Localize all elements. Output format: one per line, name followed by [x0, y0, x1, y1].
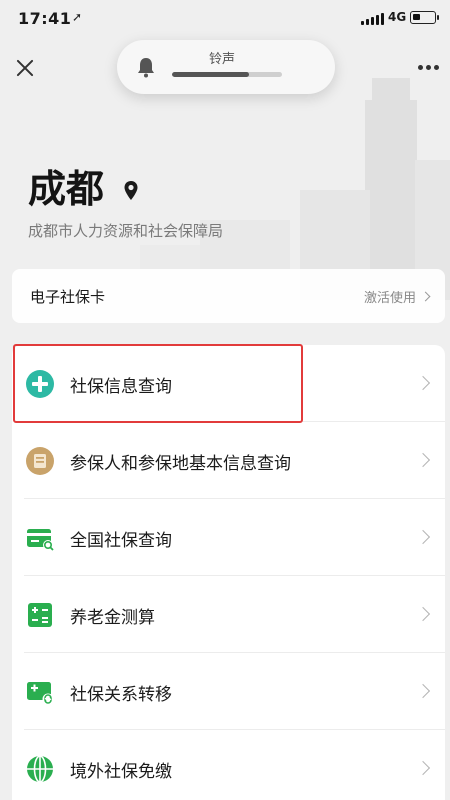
list-item-label: 全国社保查询: [70, 531, 172, 551]
globe-icon: [27, 755, 53, 783]
list-item-social-security-info[interactable]: 社保信息查询: [12, 345, 445, 422]
plus-circle-icon: [26, 370, 54, 398]
status-time: 17:41: [18, 9, 72, 28]
chevron-right-icon: [415, 760, 431, 776]
status-bar: 17:41 ➚ 4G: [0, 0, 450, 38]
city-title: 成都: [28, 167, 105, 211]
chevron-right-icon: [420, 291, 431, 302]
activate-label: 激活使用: [363, 291, 416, 306]
list-item-overseas-exemption[interactable]: 境外社保免缴: [12, 730, 445, 800]
list-item-national-query[interactable]: 全国社保查询: [12, 499, 445, 576]
card-transfer-icon: [27, 682, 54, 705]
list-item-label: 社保关系转移: [70, 685, 172, 705]
close-button[interactable]: [13, 56, 37, 80]
battery-level: [413, 14, 420, 20]
location-arrow-icon: ➚: [72, 10, 83, 24]
list-item-label: 社保信息查询: [70, 377, 172, 397]
volume-slider: [172, 72, 282, 77]
bureau-name: 成都市人力资源和社会保障局: [28, 222, 224, 240]
card-label: 电子社保卡: [30, 288, 106, 306]
list-item-relation-transfer[interactable]: 社保关系转移: [12, 653, 445, 730]
card-search-icon: [27, 529, 54, 551]
activate-button[interactable]: 激活使用: [363, 287, 431, 306]
chevron-right-icon: [415, 375, 431, 391]
battery-icon: [410, 11, 439, 24]
list-item-pension-calculator[interactable]: 养老金测算: [12, 576, 445, 653]
list-item-insured-basic-info[interactable]: 参保人和参保地基本信息查询: [12, 422, 445, 499]
e-social-security-card-row[interactable]: 电子社保卡 激活使用: [12, 269, 445, 323]
chevron-right-icon: [415, 683, 431, 699]
volume-overlay: 铃声: [117, 40, 335, 94]
calculator-icon: [28, 603, 52, 627]
volume-label: 铃声: [209, 52, 236, 67]
list-item-label: 参保人和参保地基本信息查询: [70, 454, 291, 474]
signal-icon: [361, 13, 384, 25]
chevron-right-icon: [415, 606, 431, 622]
volume-fill: [172, 72, 249, 77]
chevron-right-icon: [415, 452, 431, 468]
chevron-right-icon: [415, 529, 431, 545]
bell-icon: [138, 58, 154, 78]
more-options-button[interactable]: [418, 65, 439, 70]
list-item-label: 养老金测算: [70, 608, 155, 628]
network-type: 4G: [388, 10, 407, 24]
service-list: 社保信息查询 参保人和参保地基本信息查询 全国社保查询 养老金测算 社保关系转移…: [12, 345, 445, 800]
location-pin-icon[interactable]: [123, 180, 139, 202]
list-item-label: 境外社保免缴: [70, 762, 172, 782]
id-card-icon: [26, 447, 54, 475]
